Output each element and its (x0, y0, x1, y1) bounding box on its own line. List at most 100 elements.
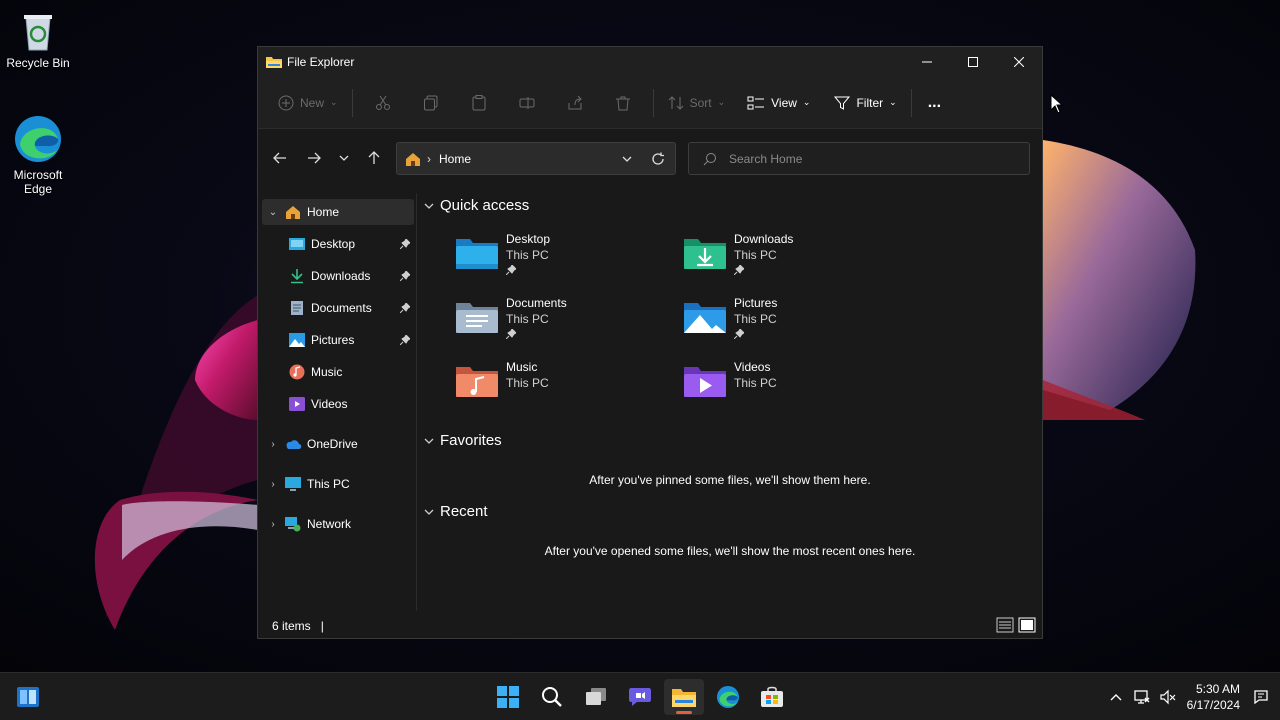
pane-divider[interactable] (416, 193, 417, 611)
quick-access-item-music[interactable]: Music This PC (454, 359, 674, 419)
sidebar-item-label: OneDrive (307, 437, 358, 451)
cut-button[interactable] (359, 87, 407, 119)
quick-access-item-videos[interactable]: Videos This PC (682, 359, 902, 419)
recent-locations-button[interactable] (328, 142, 360, 174)
task-view-button[interactable] (576, 679, 616, 715)
quick-access-item-downloads[interactable]: Downloads This PC (682, 231, 902, 291)
share-icon (568, 95, 582, 109)
quick-access-header[interactable]: Quick access (424, 197, 529, 214)
search-box[interactable] (688, 142, 1030, 175)
view-button[interactable]: View ⌄ (739, 87, 818, 119)
copy-icon (423, 95, 438, 110)
sidebar-item-onedrive[interactable]: › OneDrive (262, 431, 414, 457)
taskbar-search-button[interactable] (532, 679, 572, 715)
breadcrumb-home[interactable]: Home (439, 152, 621, 166)
start-button[interactable] (488, 679, 528, 715)
sidebar-item-music[interactable]: Music (288, 359, 414, 385)
delete-button[interactable] (599, 87, 647, 119)
sidebar-item-desktop[interactable]: Desktop (288, 231, 414, 257)
large-icons-view-icon[interactable] (1018, 617, 1036, 633)
notifications-button[interactable] (1248, 673, 1274, 720)
refresh-icon[interactable] (651, 152, 665, 166)
see-more-button[interactable]: ... (918, 87, 951, 119)
address-history-icon[interactable] (621, 153, 633, 165)
sort-button[interactable]: Sort ⌄ (660, 87, 734, 119)
pin-icon[interactable] (400, 239, 410, 249)
search-icon (542, 687, 562, 707)
sidebar-item-pictures[interactable]: Pictures (288, 327, 414, 353)
search-input[interactable] (729, 151, 1009, 166)
title-bar[interactable]: File Explorer (258, 47, 1042, 77)
pin-icon[interactable] (400, 335, 410, 345)
sidebar-item-this-pc[interactable]: › This PC (262, 471, 414, 497)
file-explorer-icon (672, 689, 696, 707)
status-bar: 6 items | (258, 613, 1042, 639)
maximize-icon (968, 57, 978, 67)
sidebar-item-label: Network (307, 517, 352, 531)
favorites-header[interactable]: Favorites (424, 432, 502, 449)
volume-button[interactable] (1155, 673, 1181, 720)
network-status-icon (1133, 690, 1150, 704)
downloads-icon (291, 269, 303, 284)
sidebar-item-label: Downloads (311, 269, 371, 283)
rename-button[interactable] (503, 87, 551, 119)
chat-button[interactable] (620, 679, 660, 715)
filter-icon (834, 96, 851, 110)
taskbar-file-explorer[interactable] (664, 679, 704, 715)
desktop-folder-icon (456, 239, 498, 269)
up-button[interactable] (358, 142, 390, 174)
arrow-up-icon (368, 151, 380, 164)
sidebar-item-downloads[interactable]: Downloads (288, 263, 414, 289)
pin-icon[interactable] (400, 271, 410, 281)
forward-button[interactable] (298, 142, 330, 174)
desktop-icon-edge[interactable]: Microsoft Edge (0, 114, 76, 196)
trash-icon (615, 96, 630, 110)
show-hidden-icons-button[interactable] (1103, 673, 1129, 720)
pin-icon[interactable] (400, 303, 410, 313)
arrow-right-icon (308, 152, 321, 164)
maximize-button[interactable] (950, 47, 996, 77)
chevron-down-icon: ⌄ (889, 97, 897, 107)
expand-chevron-icon[interactable]: ⌄ (262, 207, 284, 218)
taskbar-edge[interactable] (708, 679, 748, 715)
chevron-down-icon (339, 155, 349, 161)
paste-button[interactable] (455, 87, 503, 119)
documents-folder-icon (456, 303, 498, 333)
quick-access-item-desktop[interactable]: Desktop This PC (454, 231, 674, 291)
quick-access-item-pictures[interactable]: Pictures This PC (682, 295, 902, 355)
sidebar-item-network[interactable]: › Network (262, 511, 414, 537)
share-button[interactable] (551, 87, 599, 119)
store-icon (761, 686, 783, 707)
copy-button[interactable] (407, 87, 455, 119)
expand-chevron-icon[interactable]: › (262, 519, 284, 530)
onedrive-icon (286, 440, 302, 449)
recent-header[interactable]: Recent (424, 503, 488, 520)
clock[interactable]: 5:30 AM 6/17/2024 (1187, 681, 1240, 713)
sidebar-item-videos[interactable]: Videos (288, 391, 414, 417)
sidebar-item-documents[interactable]: Documents (288, 295, 414, 321)
expand-chevron-icon[interactable]: › (262, 439, 284, 450)
sidebar-item-home[interactable]: ⌄ Home (262, 199, 414, 225)
sort-icon (668, 95, 683, 110)
quick-access-item-documents[interactable]: Documents This PC (454, 295, 674, 355)
clock-date: 6/17/2024 (1186, 698, 1240, 712)
sidebar-item-label: Documents (311, 301, 372, 315)
paste-icon (472, 94, 486, 110)
back-button[interactable] (264, 142, 296, 174)
address-bar[interactable]: › Home (396, 142, 676, 175)
documents-icon (291, 301, 303, 315)
new-button[interactable]: New ⌄ (270, 87, 346, 119)
network-status-button[interactable] (1129, 673, 1155, 720)
desktop-icon-recycle-bin[interactable]: Recycle Bin (0, 10, 76, 70)
taskbar-store[interactable] (752, 679, 792, 715)
expand-chevron-icon[interactable]: › (262, 479, 284, 490)
sidebar-item-label: Desktop (311, 237, 356, 251)
filter-button[interactable]: Filter ⌄ (826, 87, 904, 119)
minimize-button[interactable] (904, 47, 950, 77)
details-view-icon[interactable] (996, 617, 1014, 633)
close-button[interactable] (996, 47, 1042, 77)
show-desktop-widget[interactable] (8, 679, 48, 715)
windows-logo-icon (497, 686, 519, 708)
notification-icon (1254, 690, 1268, 705)
chat-icon (629, 688, 651, 706)
